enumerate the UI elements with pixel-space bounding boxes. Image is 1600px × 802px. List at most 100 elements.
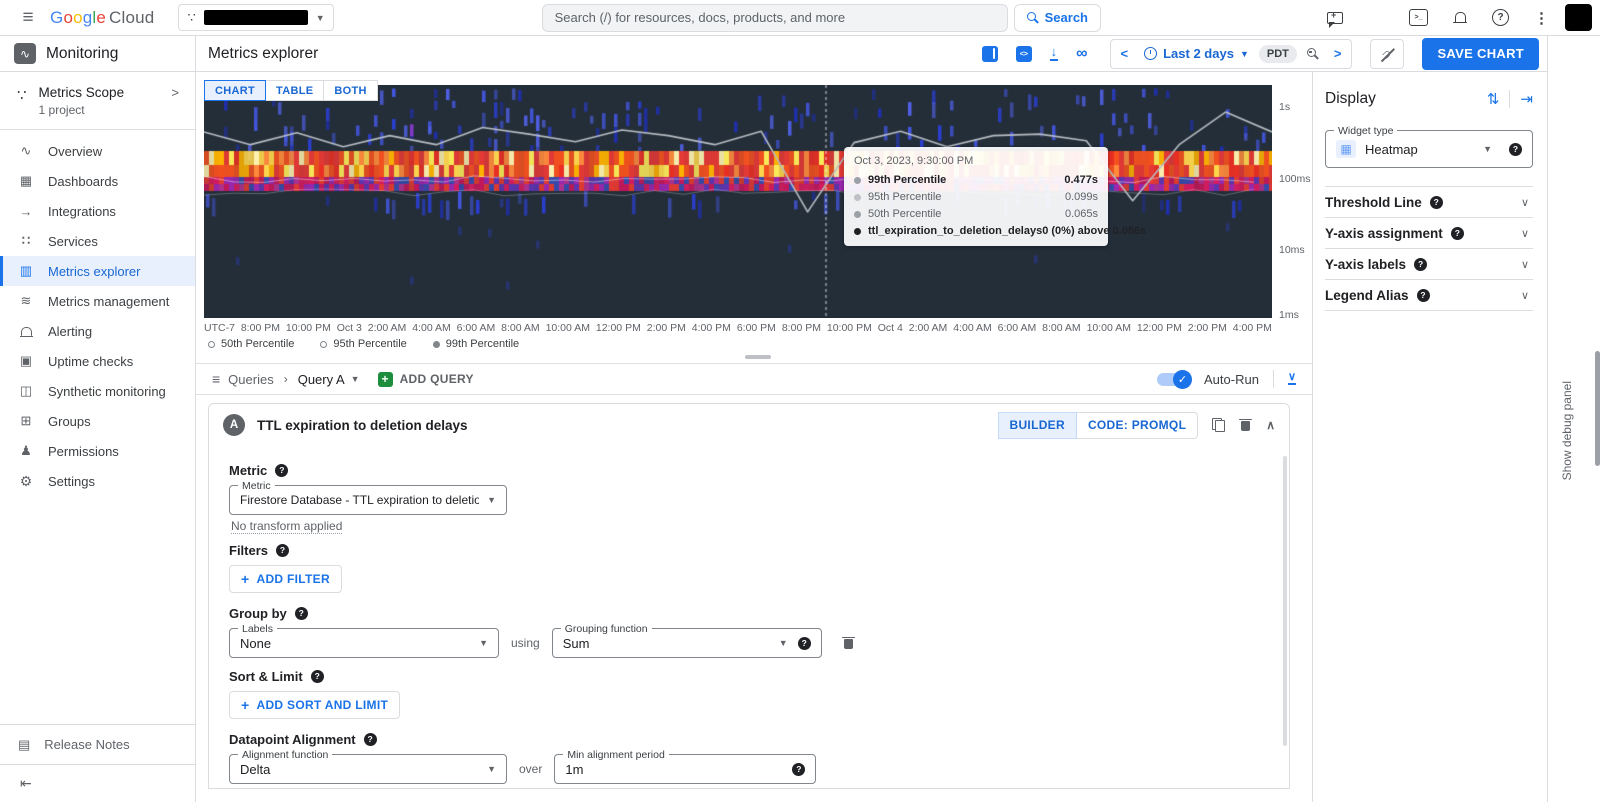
sidebar-item[interactable]: Uptime checks [0, 346, 195, 376]
query-title: TTL expiration to deletion delays [257, 418, 468, 433]
legend-item[interactable]: 95th Percentile [320, 338, 406, 350]
zoom-out-icon[interactable] [1307, 48, 1318, 59]
display-section-row[interactable]: Y-axis labels ? ∨ [1325, 249, 1533, 280]
help-icon[interactable]: ? [276, 544, 289, 557]
divider [1273, 370, 1274, 388]
builder-mode-button[interactable]: BUILDER [998, 412, 1077, 439]
help-icon[interactable]: ? [1451, 227, 1464, 240]
sidebar-item[interactable]: Metrics management [0, 286, 195, 316]
avatar[interactable] [1565, 4, 1592, 31]
timezone-badge[interactable]: PDT [1259, 45, 1297, 63]
help-icon[interactable]: ? [1430, 196, 1443, 209]
sidebar-item[interactable]: Permissions [0, 436, 195, 466]
sidebar-item[interactable]: Settings [0, 466, 195, 496]
x-axis-tick: 6:00 AM [998, 322, 1037, 334]
widget-type-dropdown[interactable]: Widget type ▦ Heatmap ▼ ? [1325, 130, 1533, 168]
help-icon[interactable]: ? [1509, 143, 1522, 156]
download-icon[interactable]: ↓ [1050, 46, 1059, 60]
collapse-query-icon[interactable]: ∨ [1288, 373, 1296, 385]
remove-group-by-icon[interactable] [842, 636, 855, 650]
share-link-icon[interactable]: ∞ [1076, 46, 1087, 62]
collapse-sidebar-icon[interactable]: ⇤ [20, 775, 32, 792]
sidebar-item[interactable]: Overview [0, 136, 195, 166]
display-section-row[interactable]: Threshold Line ? ∨ [1325, 187, 1533, 218]
cloud-shell-icon[interactable]: >_ [1409, 9, 1428, 26]
more-options-icon[interactable]: ⋮ [1534, 9, 1549, 27]
apps-grid-icon[interactable] [1368, 10, 1384, 26]
release-notes[interactable]: ▤ Release Notes [0, 724, 195, 764]
scrollbar-thumb[interactable] [1595, 351, 1600, 466]
metric-dropdown[interactable]: Metric Firestore Database - TTL expirati… [229, 485, 507, 515]
feedback-icon[interactable] [1327, 12, 1343, 24]
view-code-icon[interactable]: <> [1016, 46, 1032, 62]
time-range-selector[interactable]: Last 2 days ▼ [1144, 46, 1249, 61]
sidebar-item[interactable]: Metrics explorer [0, 256, 195, 286]
sidebar-item[interactable]: Alerting [0, 316, 195, 346]
show-debug-panel-button[interactable]: Show debug panel [1560, 381, 1574, 480]
chevron-down-icon: ▼ [779, 638, 788, 648]
help-icon[interactable]: ? [1492, 9, 1509, 26]
notifications-icon[interactable] [1453, 11, 1467, 25]
legend-item[interactable]: 99th Percentile [433, 338, 519, 350]
sidebar-item-label: Settings [48, 474, 95, 489]
help-icon[interactable]: ? [275, 464, 288, 477]
auto-run-toggle[interactable]: ✓ [1157, 373, 1190, 386]
collapse-panel-icon[interactable]: ⇥ [1520, 92, 1533, 107]
sidebar-item[interactable]: Services [0, 226, 195, 256]
x-axis-tick: Oct 3 [337, 322, 362, 334]
chart-view-tab[interactable]: TABLE [266, 80, 324, 101]
sidebar-item-label: Services [48, 234, 98, 249]
display-section-row[interactable]: Legend Alias ? ∨ [1325, 280, 1533, 311]
add-sort-limit-button[interactable]: +ADD SORT AND LIMIT [229, 691, 400, 719]
group-by-labels-dropdown[interactable]: Labels None ▼ [229, 628, 499, 658]
synthetic-monitoring-icon [18, 383, 34, 399]
duplicate-query-icon[interactable] [1212, 418, 1225, 432]
help-icon[interactable]: ? [792, 763, 805, 776]
add-query-button[interactable]: +ADD QUERY [378, 372, 474, 387]
help-icon[interactable]: ? [1417, 289, 1430, 302]
builder-scrollbar[interactable] [1283, 456, 1287, 746]
time-forward-icon[interactable]: > [1328, 46, 1348, 61]
queries-breadcrumb[interactable]: Queries [228, 372, 274, 387]
monitoring-icon: ∿ [14, 43, 36, 64]
x-axis-tick: 2:00 PM [1188, 322, 1227, 334]
sidebar-item[interactable]: Integrations [0, 196, 195, 226]
menu-icon[interactable]: ≡ [12, 7, 44, 29]
project-selector[interactable]: ∵ ▼ [178, 4, 333, 31]
search-button[interactable]: Search [1014, 4, 1101, 32]
help-icon[interactable]: ? [311, 670, 324, 683]
display-section-row[interactable]: Y-axis assignment ? ∨ [1325, 218, 1533, 249]
transform-note: No transform applied [231, 519, 342, 534]
search-input[interactable] [542, 4, 1008, 32]
metric-heading: Metric [229, 463, 267, 478]
collapse-builder-icon[interactable]: ∧ [1266, 418, 1275, 432]
min-alignment-period-field[interactable]: Min alignment period 1m ? [554, 754, 816, 784]
save-chart-button[interactable]: SAVE CHART [1422, 38, 1539, 70]
help-icon[interactable]: ? [798, 637, 811, 650]
delete-query-icon[interactable] [1239, 418, 1252, 432]
x-axis-tick: 2:00 PM [647, 322, 686, 334]
chart-view-tab[interactable]: CHART [204, 80, 266, 101]
help-icon[interactable]: ? [364, 733, 377, 746]
grouping-function-dropdown[interactable]: Grouping function Sum ▼ ? [552, 628, 822, 658]
help-icon[interactable]: ? [1414, 258, 1427, 271]
snap-off-icon[interactable]: ∩ [1370, 39, 1404, 69]
builder-mode-button[interactable]: CODE: PROMQL [1077, 412, 1198, 439]
sidebar-item[interactable]: Groups [0, 406, 195, 436]
time-back-icon[interactable]: < [1115, 46, 1135, 61]
chart-resize-handle[interactable] [745, 355, 771, 359]
toggle-legend-panel-icon[interactable] [982, 46, 998, 62]
google-cloud-logo[interactable]: GoogleCloud [50, 8, 154, 28]
metrics-scope[interactable]: ∵ Metrics Scope 1 project > [0, 72, 195, 130]
legend-item[interactable]: 50th Percentile [208, 338, 294, 350]
help-icon[interactable]: ? [295, 607, 308, 620]
sidebar-item[interactable]: Dashboards [0, 166, 195, 196]
query-selector[interactable]: Query A▼ [298, 372, 360, 387]
expand-collapse-all-icon[interactable]: ⇅ [1487, 92, 1500, 107]
alignment-function-dropdown[interactable]: Alignment function Delta ▼ [229, 754, 507, 784]
heatmap-chart[interactable] [204, 85, 1272, 318]
sidebar-item[interactable]: Synthetic monitoring [0, 376, 195, 406]
add-filter-button[interactable]: +ADD FILTER [229, 565, 342, 593]
chart-view-tab[interactable]: BOTH [324, 80, 377, 101]
chevron-right-icon[interactable]: > [171, 85, 183, 100]
